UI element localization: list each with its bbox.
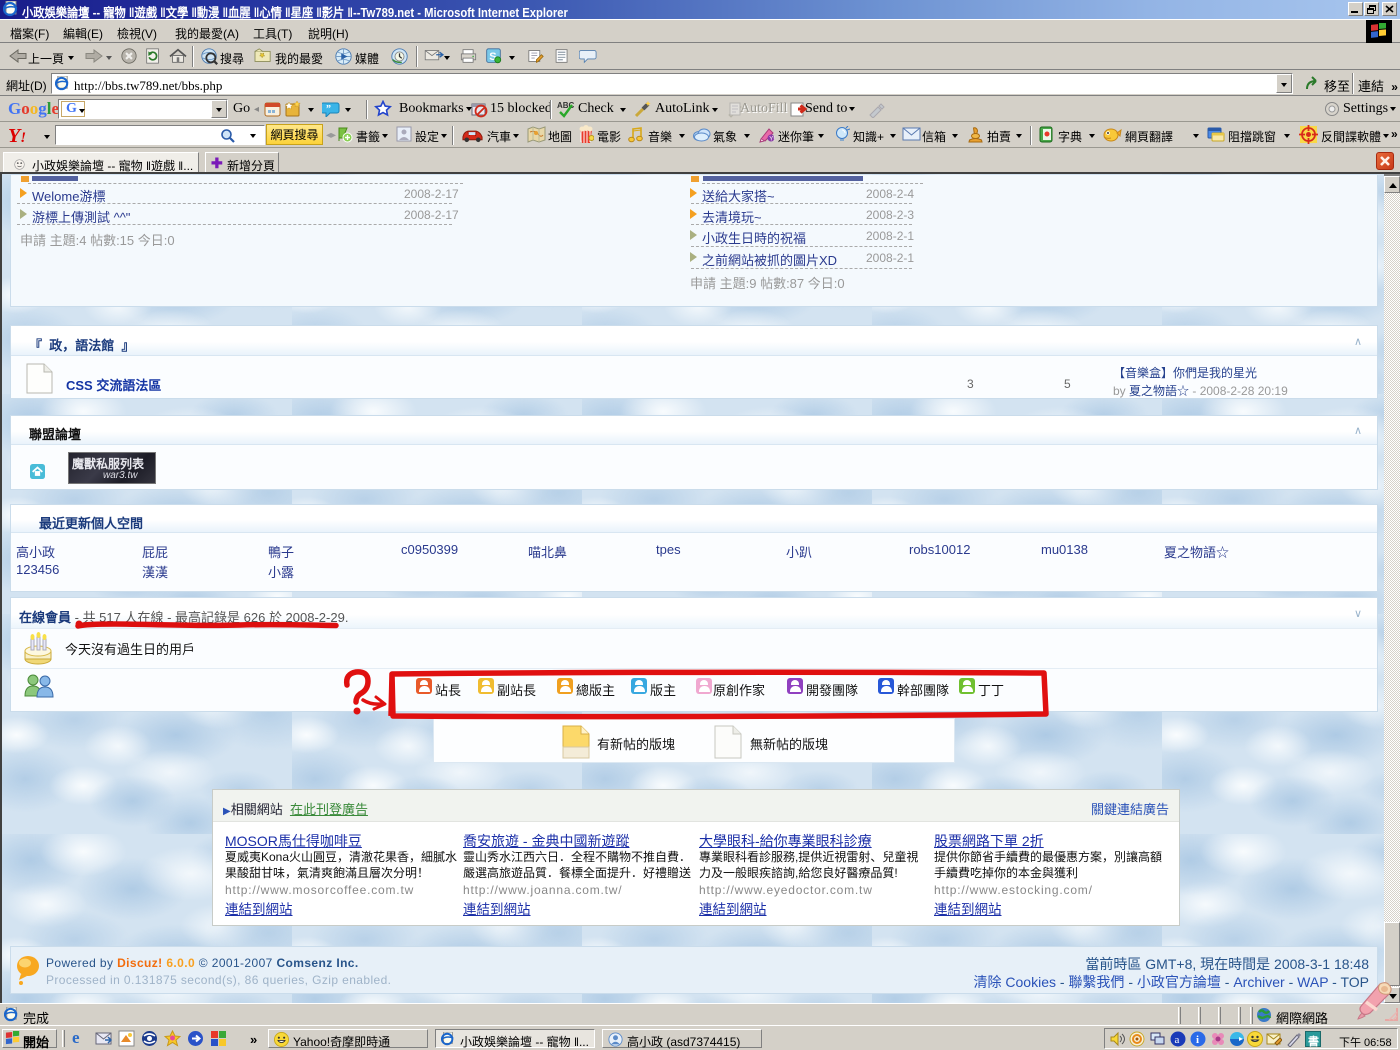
svg-text:Y!: Y! xyxy=(769,137,775,143)
svg-text:a: a xyxy=(1175,1034,1180,1046)
svg-text:i: i xyxy=(1196,1034,1199,1046)
svg-text:”: ” xyxy=(326,104,331,115)
